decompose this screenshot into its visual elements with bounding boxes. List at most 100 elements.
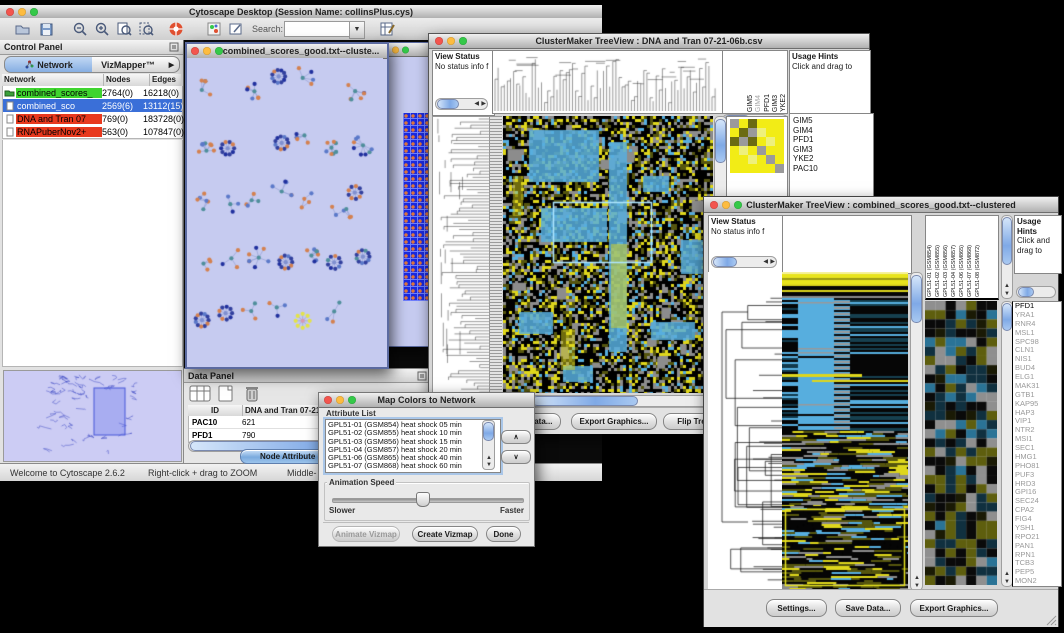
gene-label[interactable]: PUF3 (1015, 471, 1059, 480)
gene-label[interactable]: HRD3 (1015, 480, 1059, 489)
tab-vizmapper[interactable]: VizMapper™ (92, 56, 165, 73)
gene-label[interactable]: HAP3 (1015, 409, 1059, 418)
treeview1-titlebar[interactable]: ClusterMaker TreeView : DNA and Tran 07-… (429, 34, 869, 49)
close-icon[interactable] (6, 8, 14, 16)
gene-label[interactable]: PEP5 (1015, 568, 1059, 577)
network-view-titlebar[interactable]: combined_scores_good.txt--cluste... (187, 44, 387, 59)
gene-label[interactable]: KAP95 (1015, 400, 1059, 409)
scrollbar-thumb[interactable] (713, 257, 737, 267)
gene-label[interactable]: YSH1 (1015, 524, 1059, 533)
zoom-window-icon[interactable] (459, 37, 467, 45)
network-table-row[interactable]: combined_scores_2764(0)16218(0) (3, 86, 182, 99)
gene-label[interactable]: SEC1 (1015, 444, 1059, 453)
zoom-window-icon[interactable] (734, 201, 742, 209)
row-dendrogram[interactable] (432, 116, 490, 395)
treeview2-titlebar[interactable]: ClusterMaker TreeView : combined_scores_… (704, 197, 1058, 213)
gene-label[interactable]: NTR2 (1015, 426, 1059, 435)
scrollbar-thumb[interactable] (1002, 303, 1012, 331)
close-icon[interactable] (710, 201, 718, 209)
tab-network[interactable]: Network (4, 56, 94, 73)
move-up-button[interactable]: ∧ (501, 430, 531, 444)
move-down-button[interactable]: ∨ (501, 450, 531, 464)
gene-label[interactable]: MON2 (1015, 577, 1059, 586)
attribute-item[interactable]: GPL51-07 (GSM868) heat shock 60 min (328, 462, 498, 470)
gene-label[interactable]: PFD1 (1015, 302, 1059, 311)
heatmap-canvas[interactable] (503, 116, 713, 393)
attribute-item[interactable]: GPL51-04 (GSM857) heat shock 20 min (328, 446, 498, 454)
network-table-row[interactable]: DNA and Tran 07769(0)183728(0) (3, 112, 182, 125)
zoom-in-icon[interactable] (94, 21, 110, 37)
view-status-scrollbar[interactable]: ◀▶ (435, 98, 488, 110)
delete-attribute-icon[interactable] (241, 385, 263, 402)
zoom-region-icon[interactable] (138, 21, 154, 37)
row-label[interactable]: GIM4 (793, 126, 870, 136)
minimize-icon[interactable] (722, 201, 730, 209)
column-label[interactable]: GPL51-04 (GSM857) (952, 245, 958, 297)
network-canvas[interactable] (187, 58, 383, 364)
column-label[interactable]: YKE2 (780, 94, 787, 112)
column-label[interactable]: GPL51-01 (GSM854) (928, 245, 934, 297)
scrollbar-thumb[interactable] (911, 275, 922, 323)
gene-label[interactable]: MAK31 (1015, 382, 1059, 391)
search-input[interactable] (284, 21, 350, 37)
close-icon[interactable] (191, 47, 199, 55)
vizmapper-icon[interactable] (206, 21, 222, 37)
minimize-icon[interactable] (447, 37, 455, 45)
scrollbar-thumb[interactable] (437, 99, 459, 109)
gene-label[interactable]: MSI1 (1015, 435, 1059, 444)
dialog-titlebar[interactable]: Map Colors to Network (319, 393, 534, 408)
column-label[interactable]: GPL51-03 (GSM856) (944, 245, 950, 297)
column-label[interactable]: GIM3 (772, 95, 779, 112)
open-icon[interactable] (14, 21, 30, 37)
column-label[interactable]: GPL51-07 (GSM868) (968, 245, 974, 297)
zoom-window-icon[interactable] (402, 46, 409, 53)
save-icon[interactable] (38, 21, 54, 37)
gene-label[interactable]: YRA1 (1015, 311, 1059, 320)
zoom-fit-icon[interactable] (116, 21, 132, 37)
close-icon[interactable] (435, 37, 443, 45)
gene-label[interactable]: HMG1 (1015, 453, 1059, 462)
minimize-icon[interactable] (18, 8, 26, 16)
gene-label[interactable]: RNR4 (1015, 320, 1059, 329)
zoom-window-icon[interactable] (30, 8, 38, 16)
gene-label[interactable]: ELG1 (1015, 373, 1059, 382)
column-dendrogram-panel[interactable] (782, 215, 912, 274)
table-view-icon[interactable] (189, 385, 211, 402)
speed-slider-thumb[interactable] (416, 492, 430, 507)
column-label[interactable]: GPL51-02 (GSM855) (936, 245, 942, 297)
annotation-icon[interactable] (228, 21, 244, 37)
column-label[interactable]: GIM4 (755, 95, 762, 112)
resize-grip[interactable] (1045, 614, 1057, 626)
scrollbar-thumb[interactable] (532, 396, 638, 406)
column-labels-panel[interactable]: GPL51-01 (GSM854)GPL51-02 (GSM855)GPL51-… (925, 215, 999, 300)
close-icon[interactable] (324, 396, 332, 404)
network-table-row[interactable]: combined_sco2569(6)13112(15) (3, 99, 182, 112)
column-labels-panel[interactable]: GIM5GIM4PFD1GIM3YKE2PAC10 (722, 50, 788, 114)
attribute-item[interactable]: GPL51-06 (GSM865) heat shock 40 min (328, 454, 498, 462)
gene-label[interactable]: PAN1 (1015, 542, 1059, 551)
float-panel-icon[interactable] (417, 371, 427, 381)
done-button[interactable]: Done (486, 526, 521, 542)
scrollbar-thumb[interactable] (1018, 287, 1034, 297)
settings-button[interactable]: Settings... (766, 599, 827, 617)
float-panel-icon[interactable] (169, 42, 179, 52)
row-label[interactable]: GIM5 (793, 116, 870, 126)
heatmap-canvas[interactable] (782, 272, 908, 589)
tab-overflow[interactable]: ▶ (164, 56, 180, 73)
scrollbar-thumb[interactable] (1002, 217, 1012, 265)
gene-label[interactable]: NIS1 (1015, 355, 1059, 364)
main-titlebar[interactable]: Cytoscape Desktop (Session Name: collins… (0, 5, 602, 19)
row-label[interactable]: GIM3 (793, 145, 870, 155)
zoomed-heatmap-canvas[interactable] (925, 301, 997, 585)
column-label[interactable]: PFD1 (764, 94, 771, 112)
attribute-item[interactable]: GPL51-03 (GSM856) heat shock 15 min (328, 438, 498, 446)
gene-labels-panel[interactable]: PFD1YRA1RNR4MSL1SPC98CLN1NIS1BUD4ELG1MAK… (1012, 301, 1062, 587)
row-label[interactable]: PAC10 (793, 164, 870, 174)
gene-label[interactable]: RPN1 (1015, 551, 1059, 560)
search-dropdown-icon[interactable]: ▼ (349, 21, 365, 39)
scrollbar-thumb[interactable] (715, 119, 726, 163)
save-data-button[interactable]: Save Data... (835, 599, 901, 617)
column-dendrogram-panel[interactable] (492, 50, 723, 114)
row-label[interactable]: PFD1 (793, 135, 870, 145)
zoom-window-icon[interactable] (215, 47, 223, 55)
